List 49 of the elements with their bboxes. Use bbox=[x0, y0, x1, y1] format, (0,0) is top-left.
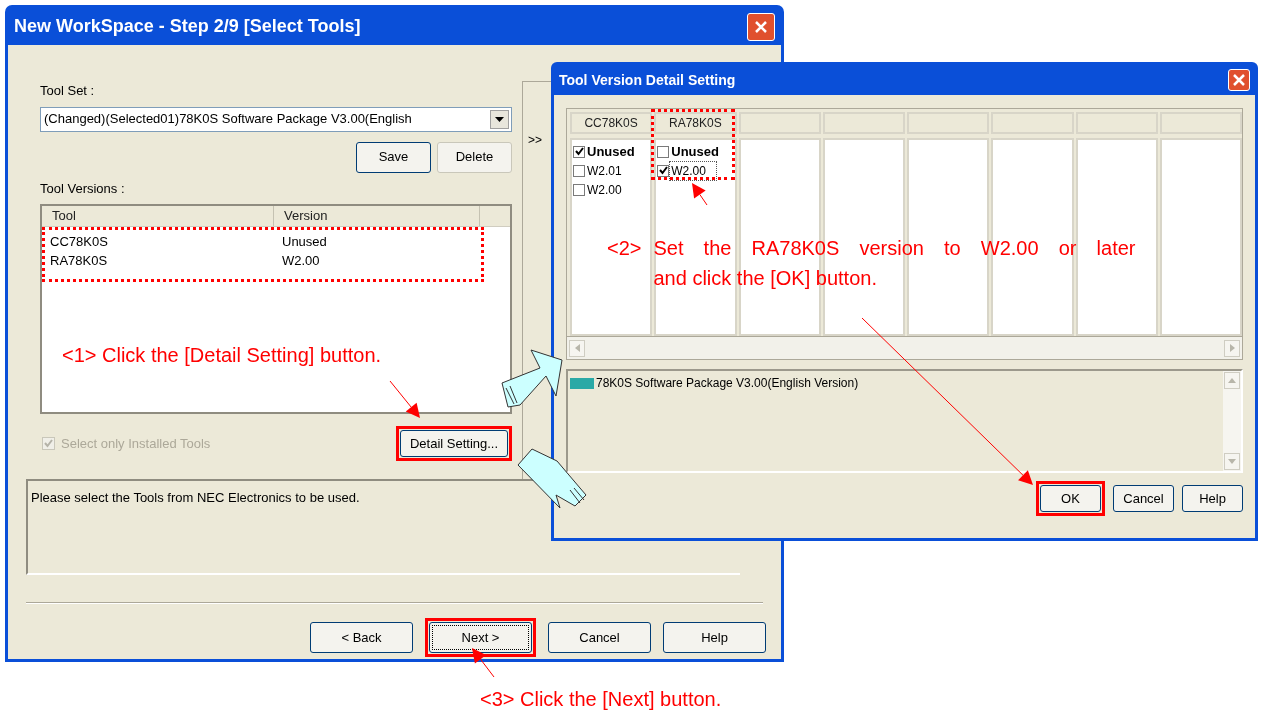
nav-button[interactable]: Help bbox=[663, 622, 766, 653]
option-label[interactable]: Unused bbox=[670, 141, 720, 162]
close-button[interactable] bbox=[747, 12, 775, 41]
table-cell-text: W2.00 bbox=[281, 252, 321, 270]
dropdown-value: (Changed)(Selected01)78K0S Software Package V3.00(English bbox=[44, 110, 412, 129]
close-button[interactable] bbox=[1228, 69, 1250, 91]
detail-setting-button[interactable]: Detail Setting... bbox=[400, 430, 508, 457]
column-header[interactable]: Version bbox=[274, 206, 480, 226]
field-label: Tool Set : bbox=[40, 82, 96, 100]
column-header: CC78K0S bbox=[570, 112, 653, 134]
window-title: Tool Version Detail Setting bbox=[559, 70, 736, 90]
checkbox-label: Select only Installed Tools bbox=[61, 434, 211, 453]
close-icon bbox=[1232, 73, 1246, 87]
option-label[interactable]: W2.01 bbox=[586, 161, 623, 180]
tool-set-dropdown[interactable]: (Changed)(Selected01)78K0S Software Package V3.00(English bbox=[40, 106, 512, 132]
leader-arrow bbox=[389, 380, 420, 418]
option-label[interactable]: W2.00 bbox=[670, 161, 716, 180]
save-button[interactable]: Save bbox=[356, 141, 431, 173]
checkbox[interactable] bbox=[573, 145, 585, 158]
nav-button[interactable]: Next > bbox=[429, 622, 532, 653]
instruction-text: <3> Click the [Next] button. bbox=[480, 687, 722, 711]
window-title: New WorkSpace - Step 2/9 [Select Tools] bbox=[14, 15, 361, 38]
field-label: Tool Versions : bbox=[40, 179, 126, 198]
instruction-text: <1> Click the [Detail Setting] button. bbox=[62, 343, 382, 368]
package-label: 78K0S Software Package V3.00(English Version) bbox=[596, 375, 859, 392]
instruction-text: Set the RA78K0S version to W2.00 or later bbox=[653, 236, 1136, 261]
callout-arrow bbox=[501, 349, 563, 408]
dialog-button[interactable]: Cancel bbox=[1113, 485, 1174, 512]
table-cell-text: CC78K0S bbox=[49, 233, 109, 251]
checkbox[interactable] bbox=[573, 164, 585, 177]
step-number: <2> bbox=[607, 236, 642, 261]
checkbox[interactable] bbox=[573, 183, 585, 196]
expand-label: >> bbox=[528, 133, 542, 147]
checkbox[interactable] bbox=[657, 164, 670, 177]
checkbox[interactable] bbox=[657, 145, 670, 158]
instruction-text: and click the [OK] button. bbox=[653, 266, 878, 291]
table-cell-text: Unused bbox=[281, 233, 328, 251]
option-label[interactable]: Unused bbox=[586, 141, 636, 162]
description-text: Please select the Tools from NEC Electronics to be used. bbox=[31, 490, 360, 505]
nav-button[interactable]: < Back bbox=[310, 622, 413, 653]
dialog-button[interactable]: OK bbox=[1040, 485, 1101, 512]
table-cell-text: RA78K0S bbox=[49, 252, 109, 270]
option-label[interactable]: W2.00 bbox=[586, 180, 623, 199]
dialog-button[interactable]: Help bbox=[1182, 485, 1243, 512]
leader-arrow bbox=[692, 183, 708, 206]
callout-arrow bbox=[517, 448, 587, 509]
close-icon bbox=[754, 19, 768, 34]
nav-button[interactable]: Cancel bbox=[548, 622, 651, 653]
column-header[interactable]: Tool bbox=[42, 206, 274, 226]
